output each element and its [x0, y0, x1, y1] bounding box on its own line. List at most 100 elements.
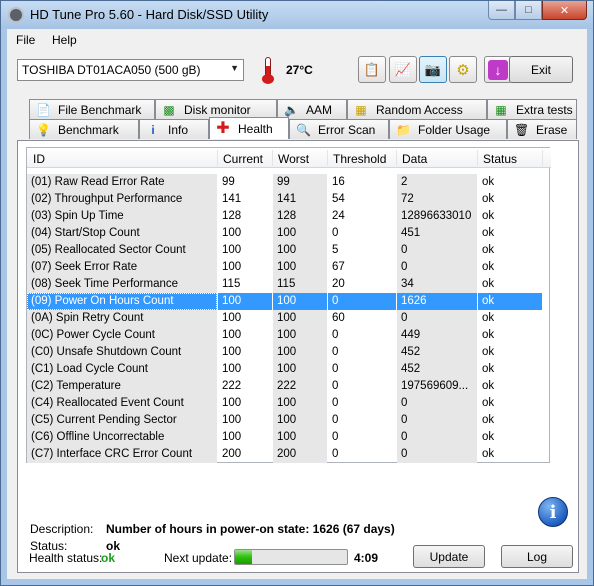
table-row[interactable]: (02) Throughput Performance 141 141 54 72 ok [27, 191, 551, 208]
red-cross-icon: ✚ [216, 119, 230, 137]
cell-current: 128 [222, 210, 242, 222]
cell-status: ok [482, 193, 495, 205]
table-row[interactable]: (0C) Power Cycle Count 100 100 0 449 ok [27, 327, 551, 344]
cell-threshold: 60 [332, 312, 345, 324]
cell-current: 100 [222, 414, 242, 426]
cell-data: 451 [397, 225, 477, 242]
cell-threshold: 5 [332, 244, 339, 256]
drive-select[interactable]: TOSHIBA DT01ACA050 (500 gB) ▼ [17, 59, 244, 81]
cell-status: ok [482, 431, 495, 443]
cell-id: (C2) Temperature [27, 378, 217, 395]
cell-current: 100 [222, 244, 242, 256]
tab-erase[interactable]: 🗑 Erase [507, 119, 577, 139]
cell-threshold: 0 [332, 227, 339, 239]
cell-status: ok [482, 363, 495, 375]
maximize-button[interactable]: □ [515, 1, 542, 20]
save-button[interactable]: ↓ [484, 56, 512, 83]
column-header-worst[interactable]: Worst [278, 152, 309, 166]
tab-file-benchmark[interactable]: 📄 File Benchmark [29, 99, 155, 119]
cell-status: ok [482, 448, 495, 460]
cell-threshold: 0 [332, 363, 339, 375]
cell-id: (C1) Load Cycle Count [27, 361, 217, 378]
tab-disk-monitor[interactable]: ▩ Disk monitor [155, 99, 277, 119]
table-row[interactable]: (C5) Current Pending Sector 100 100 0 0 ok [27, 412, 551, 429]
cell-current: 100 [222, 312, 242, 324]
cell-id: (02) Throughput Performance [27, 191, 217, 208]
cell-worst: 115 [273, 276, 327, 293]
toolbar: TOSHIBA DT01ACA050 (500 gB) ▼ 27°C 📋 📈 📷… [7, 53, 587, 91]
health-status-label: Health status: [29, 551, 103, 565]
info-icon[interactable]: i [538, 497, 568, 527]
copy-clipboard-button[interactable]: 📈 [389, 56, 417, 83]
cell-current: 141 [222, 193, 242, 205]
tab-error-scan[interactable]: 🔍 Error Scan [289, 119, 389, 139]
table-row[interactable]: (C7) Interface CRC Error Count 200 200 0 0 ok [27, 446, 551, 463]
tab-label: Health [238, 121, 273, 136]
cell-current: 100 [222, 329, 242, 341]
tab-random-access[interactable]: ▦ Random Access [347, 99, 487, 119]
minimize-button[interactable]: — [488, 1, 515, 20]
menu-help[interactable]: Help [52, 33, 77, 47]
folder-icon: 📁 [396, 122, 411, 137]
table-row[interactable]: (08) Seek Time Performance 115 115 20 34 ok [27, 276, 551, 293]
column-header-threshold[interactable]: Threshold [333, 152, 386, 166]
camera-icon: 📷 [424, 61, 442, 77]
cell-id: (09) Power On Hours Count [27, 293, 217, 310]
cell-worst: 100 [273, 412, 327, 429]
menu-file[interactable]: File [16, 33, 35, 47]
table-row[interactable]: (C0) Unsafe Shutdown Count 100 100 0 452 ok [27, 344, 551, 361]
smart-table[interactable]: ID Current Worst Threshold Data Status (… [26, 147, 551, 463]
cell-data: 0 [397, 242, 477, 259]
tab-health[interactable]: ✚ Health [209, 117, 289, 139]
column-header-status[interactable]: Status [483, 152, 517, 166]
cell-current: 100 [222, 397, 242, 409]
log-button[interactable]: Log [501, 545, 573, 568]
cell-worst: 100 [273, 259, 327, 276]
cell-threshold: 0 [332, 431, 339, 443]
cell-data: 0 [397, 395, 477, 412]
tab-info[interactable]: i Info [139, 119, 209, 139]
table-row[interactable]: (01) Raw Read Error Rate 99 99 16 2 ok [27, 174, 551, 191]
table-row[interactable]: (05) Reallocated Sector Count 100 100 5 0 ok [27, 242, 551, 259]
cell-threshold: 20 [332, 278, 345, 290]
speaker-icon: 🔈 [284, 102, 299, 117]
cell-data: 0 [397, 446, 477, 463]
column-header-data[interactable]: Data [402, 152, 427, 166]
table-row[interactable]: (09) Power On Hours Count 100 100 0 1626 ok [27, 293, 551, 310]
column-header-id[interactable]: ID [33, 152, 45, 166]
tab-benchmark[interactable]: 💡 Benchmark [29, 119, 139, 139]
cell-worst: 100 [273, 225, 327, 242]
copy-text-button[interactable]: 📋 [358, 56, 386, 83]
tab-aam[interactable]: 🔈 AAM [277, 99, 347, 119]
screenshot-button[interactable]: 📷 [419, 56, 447, 83]
file-benchmark-icon: 📄 [36, 102, 51, 117]
cell-data: 0 [397, 259, 477, 276]
table-row[interactable]: (07) Seek Error Rate 100 100 67 0 ok [27, 259, 551, 276]
tab-label: Folder Usage [418, 122, 491, 137]
cell-data: 452 [397, 361, 477, 378]
table-row[interactable]: (04) Start/Stop Count 100 100 0 451 ok [27, 225, 551, 242]
cell-current: 222 [222, 380, 242, 392]
cell-threshold: 0 [332, 397, 339, 409]
table-row[interactable]: (C6) Offline Uncorrectable 100 100 0 0 ok [27, 429, 551, 446]
table-row[interactable]: (C4) Reallocated Event Count 100 100 0 0 ok [27, 395, 551, 412]
table-row[interactable]: (03) Spin Up Time 128 128 24 12896633010 ok [27, 208, 551, 225]
clipboard-icon: 📈 [394, 61, 412, 77]
gears-icon: ⚙ [456, 61, 470, 79]
table-row[interactable]: (C2) Temperature 222 222 0 197569609... ok [27, 378, 551, 395]
cell-worst: 100 [273, 327, 327, 344]
table-row[interactable]: (C1) Load Cycle Count 100 100 0 452 ok [27, 361, 551, 378]
cell-status: ok [482, 176, 495, 188]
table-row[interactable]: (0A) Spin Retry Count 100 100 60 0 ok [27, 310, 551, 327]
cell-status: ok [482, 346, 495, 358]
options-button[interactable]: ⚙ [449, 56, 477, 83]
close-button[interactable]: ✕ [542, 1, 587, 20]
title-bar[interactable]: HD Tune Pro 5.60 - Hard Disk/SSD Utility… [1, 1, 593, 29]
exit-button[interactable]: Exit [509, 56, 573, 83]
tab-folder-usage[interactable]: 📁 Folder Usage [389, 119, 507, 139]
cell-threshold: 0 [332, 448, 339, 460]
tab-extra-tests[interactable]: ▦ Extra tests [487, 99, 577, 119]
column-header-current[interactable]: Current [223, 152, 263, 166]
update-button[interactable]: Update [413, 545, 485, 568]
cell-worst: 100 [273, 293, 327, 310]
